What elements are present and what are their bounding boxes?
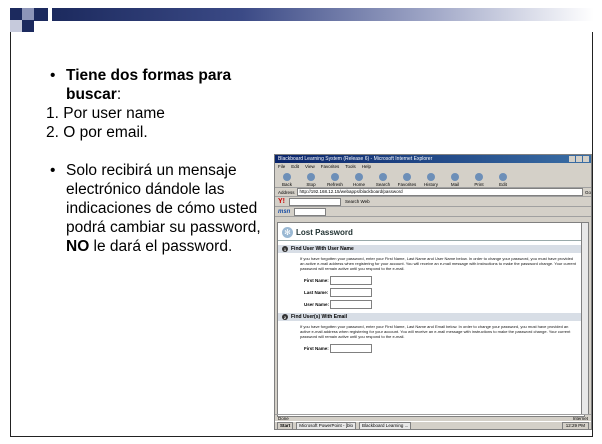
- section-username-text: If you have forgotten your password, ent…: [300, 256, 576, 271]
- section-email-header: 2 Find User(s) With Email: [278, 313, 584, 321]
- stop-icon: [307, 173, 315, 181]
- go-button[interactable]: Go: [585, 190, 591, 195]
- status-bar: Done Internet: [275, 414, 591, 421]
- search-icon: [379, 173, 387, 181]
- first-name-input[interactable]: [330, 276, 372, 285]
- browser-title: Blackboard Learning System (Release 6) -…: [278, 156, 433, 162]
- section-email-text: If you have forgotten your password, ent…: [300, 324, 571, 339]
- back-icon: [283, 173, 291, 181]
- bullet1-rest: :: [116, 86, 122, 103]
- slide-text: • Tiene dos formas para buscar: 1. Por u…: [46, 66, 280, 256]
- lost-password-header: ✻ Lost Password: [278, 223, 584, 241]
- menu-help[interactable]: Help: [362, 163, 371, 170]
- title-bar-decoration: [52, 8, 594, 21]
- user-name-row: User Name:: [278, 300, 584, 309]
- maximize-icon[interactable]: [576, 156, 582, 162]
- bullet2-text: Solo recibirá un mensaje electrónico dán…: [66, 162, 261, 236]
- browser-screenshot: Blackboard Learning System (Release 6) -…: [274, 154, 592, 430]
- refresh-button[interactable]: Refresh: [326, 173, 344, 187]
- stop-button[interactable]: Stop: [302, 173, 320, 187]
- yahoo-logo: Y!: [278, 198, 285, 205]
- bullet-search-forms: • Tiene dos formas para buscar:: [50, 67, 232, 103]
- task-blackboard[interactable]: Blackboard Learning ...: [359, 421, 412, 429]
- menu-view[interactable]: View: [305, 163, 315, 170]
- msn-search-input[interactable]: [294, 207, 327, 216]
- first-name-row: First Name:: [278, 276, 584, 285]
- bullet2-bold: NO: [66, 238, 90, 255]
- status-zone: Internet: [572, 415, 588, 421]
- step-2-icon: 2: [282, 314, 288, 320]
- browser-titlebar: Blackboard Learning System (Release 6) -…: [275, 155, 591, 163]
- search-web-button[interactable]: Search Web: [345, 199, 370, 204]
- bullet-email-message: • Solo recibirá un mensaje electrónico d…: [50, 162, 261, 255]
- snowflake-icon: ✻: [282, 227, 293, 238]
- menu-favorites[interactable]: Favorites: [321, 163, 340, 170]
- home-icon: [355, 173, 363, 181]
- page-title: Lost Password: [296, 228, 353, 237]
- refresh-icon: [331, 173, 339, 181]
- edit-icon: [499, 173, 507, 181]
- scrollbar[interactable]: [581, 222, 589, 415]
- clock: 12:29 PM: [561, 421, 589, 429]
- msn-logo: msn: [278, 208, 291, 215]
- menu-file[interactable]: File: [278, 163, 285, 170]
- last-name-row: Last Name:: [278, 288, 584, 297]
- mail-button[interactable]: Mail: [446, 173, 464, 187]
- history-button[interactable]: History: [422, 173, 440, 187]
- msn-toolbar: msn: [275, 207, 591, 217]
- print-button[interactable]: Print: [470, 173, 488, 187]
- list-item-username: 1. Por user name: [46, 105, 165, 122]
- bullet2-end: le dará el password.: [89, 238, 233, 255]
- list-item-email: 2. O por email.: [46, 124, 148, 141]
- first-name-row-2: First Name:: [278, 344, 584, 353]
- close-icon[interactable]: [583, 156, 589, 162]
- back-button[interactable]: Back: [278, 173, 296, 187]
- edit-button[interactable]: Edit: [494, 173, 512, 187]
- frame-line-right: [592, 32, 593, 436]
- slide: • Tiene dos formas para buscar: 1. Por u…: [0, 0, 602, 444]
- address-label: Address: [278, 189, 295, 195]
- page-content: ✻ Lost Password 1 Find User With User Na…: [277, 222, 585, 417]
- yahoo-toolbar: Y! Search Web: [275, 197, 591, 207]
- bullet1-bold: Tiene dos formas para buscar: [66, 67, 232, 103]
- history-icon: [427, 173, 435, 181]
- last-name-input[interactable]: [330, 288, 372, 297]
- minimize-icon[interactable]: [569, 156, 575, 162]
- frame-line-bottom: [10, 436, 593, 437]
- step-1-icon: 1: [282, 246, 288, 252]
- taskbar: Start Microsoft PowerPoint - [blo Blackb…: [275, 421, 591, 429]
- favorites-button[interactable]: Favorites: [398, 173, 416, 187]
- menu-bar: File Edit View Favorites Tools Help: [275, 163, 591, 170]
- status-done: Done: [278, 415, 289, 421]
- user-name-input[interactable]: [330, 300, 372, 309]
- print-icon: [475, 173, 483, 181]
- start-button[interactable]: Start: [277, 421, 294, 429]
- menu-edit[interactable]: Edit: [291, 163, 299, 170]
- frame-line-left: [10, 32, 11, 436]
- yahoo-search-input[interactable]: [289, 197, 341, 206]
- address-input[interactable]: http://192.168.12.15/webapps/blackboard/…: [296, 188, 583, 196]
- section-username-header: 1 Find User With User Name: [278, 245, 584, 253]
- home-button[interactable]: Home: [350, 173, 368, 187]
- favorites-icon: [403, 173, 411, 181]
- mail-icon: [451, 173, 459, 181]
- first-name-input-2[interactable]: [330, 344, 372, 353]
- menu-tools[interactable]: Tools: [345, 163, 356, 170]
- browser-toolbar: Back Stop Refresh Home Search Favorites …: [275, 170, 591, 188]
- search-button[interactable]: Search: [374, 173, 392, 187]
- address-bar: Address http://192.168.12.15/webapps/bla…: [275, 188, 591, 197]
- task-powerpoint[interactable]: Microsoft PowerPoint - [blo: [296, 421, 357, 429]
